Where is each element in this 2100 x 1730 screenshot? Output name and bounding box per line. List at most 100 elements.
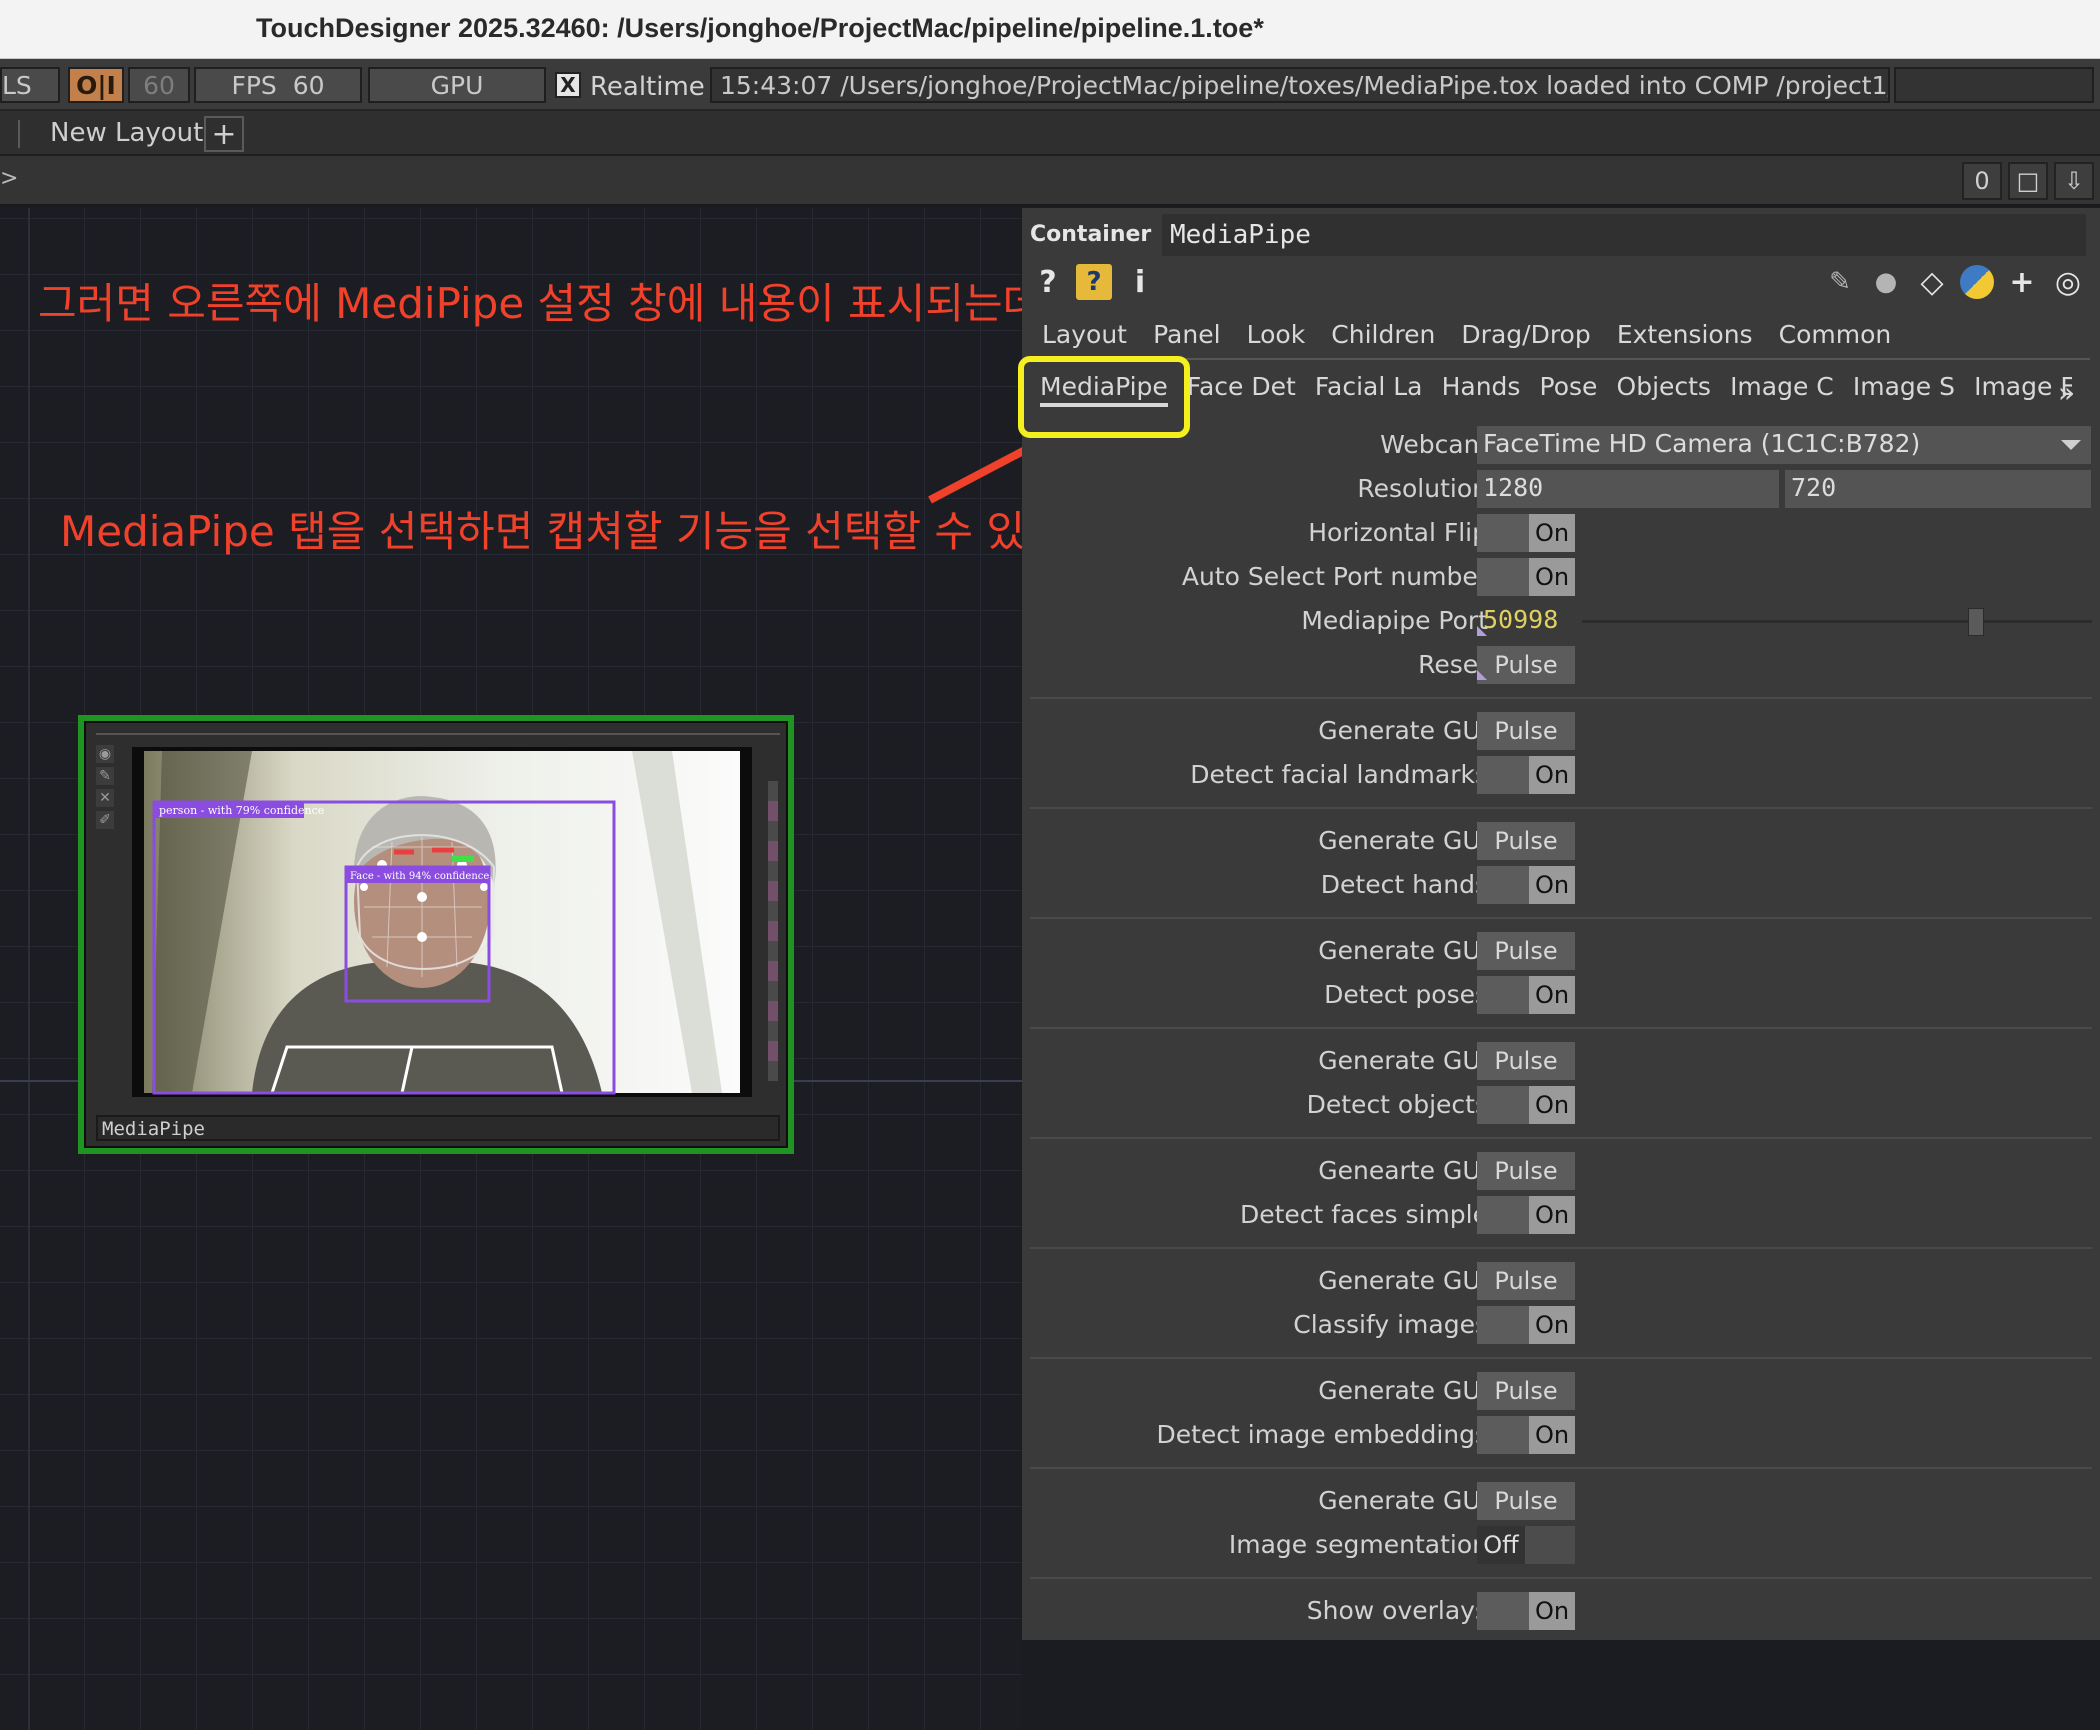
param-show-overlays: Show overlays On bbox=[1022, 1592, 2100, 1630]
port-slider-track[interactable] bbox=[1582, 620, 2092, 623]
toggle-state: On bbox=[1529, 1592, 1575, 1630]
tab-common[interactable]: Common bbox=[1779, 320, 1892, 349]
detect-image-embeddings-toggle[interactable]: On bbox=[1477, 1416, 1575, 1454]
toggle-state: Off bbox=[1477, 1526, 1525, 1564]
tab-look[interactable]: Look bbox=[1247, 320, 1306, 349]
show-overlays-toggle[interactable]: On bbox=[1477, 1592, 1575, 1630]
node-name[interactable]: MediaPipe bbox=[102, 1118, 205, 1140]
param-generate-gui: Generate GUI Pulse bbox=[1022, 712, 2100, 750]
pencil-icon[interactable]: ✎ bbox=[1822, 264, 1858, 300]
bypass-icon[interactable]: ✕ bbox=[96, 789, 114, 807]
toggle-state: On bbox=[1529, 1416, 1575, 1454]
node-connector-rail[interactable] bbox=[768, 781, 778, 1081]
param-generate-gui: Generate GUI Pulse bbox=[1022, 1042, 2100, 1080]
webcam-value: FaceTime HD Camera (1C1C:B782) bbox=[1483, 429, 1921, 458]
resolution-width-field[interactable]: 1280 bbox=[1477, 470, 1779, 508]
generate-gui-button[interactable]: Pulse bbox=[1477, 712, 1575, 750]
comment-icon[interactable]: ● bbox=[1868, 264, 1904, 300]
resolution-height-field[interactable]: 720 bbox=[1785, 470, 2091, 508]
detect-poses-toggle[interactable]: On bbox=[1477, 976, 1575, 1014]
zero-button[interactable]: 0 bbox=[1962, 162, 2002, 200]
python-help-icon[interactable]: ? bbox=[1076, 264, 1112, 300]
network-editor[interactable]: 그러면 오른쪽에 MediPipe 설정 창에 내용이 표시되는데, Media… bbox=[0, 208, 1022, 1730]
tab-pose[interactable]: Pose bbox=[1540, 372, 1598, 401]
tab-layout[interactable]: Layout bbox=[1042, 320, 1127, 349]
generate-gui-button[interactable]: Pulse bbox=[1477, 1372, 1575, 1410]
image-segmentation-toggle[interactable]: Off bbox=[1477, 1526, 1575, 1564]
realtime-checkbox[interactable]: X bbox=[555, 72, 581, 98]
generate-gui-button[interactable]: Pulse bbox=[1477, 1152, 1575, 1190]
tab-image-segmentation[interactable]: Image S bbox=[1853, 372, 1955, 401]
param-label: Generate GUI bbox=[1318, 716, 1488, 745]
param-detect-poses: Detect poses On bbox=[1022, 976, 2100, 1014]
tab-image-classification[interactable]: Image C bbox=[1730, 372, 1834, 401]
gpu-button[interactable]: GPU bbox=[368, 67, 546, 103]
layout-tab-new-layout[interactable]: New Layout bbox=[50, 118, 203, 148]
fps-target-field[interactable]: 60 bbox=[128, 67, 190, 103]
detect-hands-toggle[interactable]: On bbox=[1477, 866, 1575, 904]
param-label: Generate GUI bbox=[1318, 1376, 1488, 1405]
path-arrow-icon[interactable]: > bbox=[0, 166, 18, 191]
landmark-point bbox=[417, 892, 427, 902]
param-generate-gui: Generate GUI Pulse bbox=[1022, 1482, 2100, 1520]
help-icon[interactable]: ? bbox=[1030, 264, 1066, 300]
generate-gui-button[interactable]: Pulse bbox=[1477, 1042, 1575, 1080]
detect-objects-toggle[interactable]: On bbox=[1477, 1086, 1575, 1124]
param-label: Mediapipe Port bbox=[1301, 606, 1488, 635]
tab-extensions[interactable]: Extensions bbox=[1617, 320, 1753, 349]
viewer-active-icon[interactable]: ◉ bbox=[96, 745, 114, 763]
classify-images-toggle[interactable]: On bbox=[1477, 1306, 1575, 1344]
param-label: Detect faces simple bbox=[1239, 1200, 1488, 1229]
ls-button[interactable]: LS bbox=[0, 67, 60, 103]
generate-gui-button[interactable]: Pulse bbox=[1477, 932, 1575, 970]
horizontal-flip-toggle[interactable]: On bbox=[1477, 514, 1575, 552]
layout-divider bbox=[18, 120, 20, 148]
toggle-state: On bbox=[1529, 1086, 1575, 1124]
tab-facial-landmarks[interactable]: Facial La bbox=[1315, 372, 1423, 401]
python-icon[interactable] bbox=[1960, 265, 1994, 299]
target-icon[interactable]: ◎ bbox=[2050, 264, 2086, 300]
port-slider-handle[interactable] bbox=[1968, 608, 1984, 636]
edit-icon[interactable]: ✎ bbox=[96, 767, 114, 785]
detect-facial-landmarks-toggle[interactable]: On bbox=[1477, 756, 1575, 794]
tab-face-detection[interactable]: Face Det bbox=[1187, 372, 1296, 401]
webcam-dropdown[interactable]: FaceTime HD Camera (1C1C:B782) bbox=[1477, 426, 2091, 464]
grid-axis-vertical bbox=[28, 208, 30, 1730]
highlight-box bbox=[1018, 356, 1190, 438]
auto-port-toggle[interactable]: On bbox=[1477, 558, 1575, 596]
add-layout-button[interactable]: + bbox=[204, 116, 244, 152]
mediapipe-node[interactable]: ◉ ✎ ✕ ✐ person - with 79% confidence Fac… bbox=[78, 715, 794, 1154]
tab-children[interactable]: Children bbox=[1331, 320, 1435, 349]
param-auto-port: Auto Select Port number On bbox=[1022, 558, 2100, 596]
detect-faces-simple-toggle[interactable]: On bbox=[1477, 1196, 1575, 1234]
plus-icon[interactable]: + bbox=[2004, 264, 2040, 300]
param-label: Resolution bbox=[1357, 474, 1488, 503]
info-icon[interactable]: i bbox=[1122, 264, 1158, 300]
lock-icon[interactable]: ✐ bbox=[96, 811, 114, 829]
reset-pulse-button[interactable]: Pulse bbox=[1477, 646, 1575, 684]
download-icon[interactable]: ⇩ bbox=[2054, 162, 2094, 200]
tab-panel[interactable]: Panel bbox=[1153, 320, 1220, 349]
section-divider bbox=[1030, 807, 2092, 809]
generate-gui-button[interactable]: Pulse bbox=[1477, 822, 1575, 860]
section-divider bbox=[1030, 1357, 2092, 1359]
tab-objects[interactable]: Objects bbox=[1617, 372, 1711, 401]
generate-gui-button[interactable]: Pulse bbox=[1477, 1482, 1575, 1520]
section-divider bbox=[1030, 917, 2092, 919]
oi-button[interactable]: O|I bbox=[68, 67, 124, 103]
operator-name-field[interactable]: MediaPipe bbox=[1162, 214, 2086, 256]
tab-hands[interactable]: Hands bbox=[1442, 372, 1521, 401]
port-value-field[interactable]: 50998 bbox=[1477, 602, 1577, 640]
param-label: Detect hands bbox=[1320, 870, 1488, 899]
window-icon[interactable]: □ bbox=[2008, 162, 2048, 200]
param-generate-gui: Genearte GUI Pulse bbox=[1022, 1152, 2100, 1190]
landmark-point bbox=[417, 932, 427, 942]
param-detect-image-embeddings: Detect image embeddings On bbox=[1022, 1416, 2100, 1454]
generate-gui-button[interactable]: Pulse bbox=[1477, 1262, 1575, 1300]
edit-marker-icon bbox=[1477, 626, 1487, 636]
realtime-label: Realtime bbox=[590, 72, 705, 102]
node-body: ◉ ✎ ✕ ✐ person - with 79% confidence Fac… bbox=[84, 721, 788, 1148]
eraser-icon[interactable]: ◇ bbox=[1914, 264, 1950, 300]
tab-drag-drop[interactable]: Drag/Drop bbox=[1461, 320, 1590, 349]
more-tabs-icon[interactable]: » bbox=[2058, 376, 2075, 409]
